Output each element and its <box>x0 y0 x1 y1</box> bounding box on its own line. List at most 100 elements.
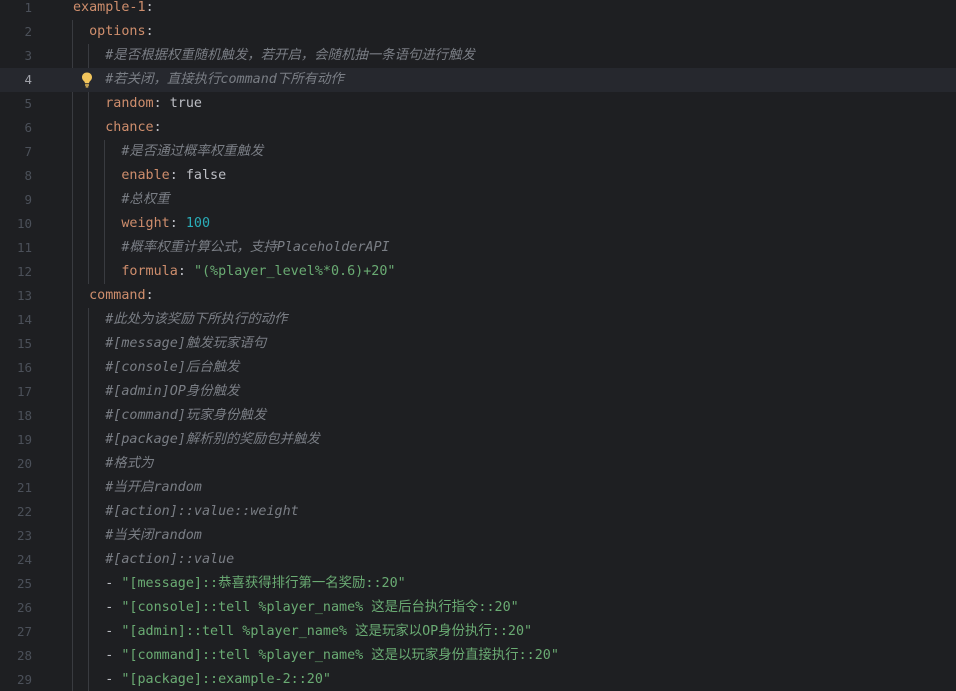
yaml-key: command <box>89 288 146 303</box>
line-code[interactable]: formula: "(%player_level%*0.6)+20" <box>73 260 395 284</box>
line-code[interactable]: #此处为该奖励下所执行的动作 <box>73 308 287 332</box>
line-code[interactable]: #[message]触发玩家语句 <box>73 332 266 356</box>
code-line[interactable]: 2 options: <box>0 20 956 44</box>
yaml-comment: #格式为 <box>105 456 154 471</box>
code-line[interactable]: 4 #若关闭，直接执行command下所有动作 <box>0 68 956 92</box>
code-line[interactable]: 15 #[message]触发玩家语句 <box>0 332 956 356</box>
line-number: 16 <box>16 360 32 375</box>
code-line[interactable]: 5 random: true <box>0 92 956 116</box>
code-line[interactable]: 24 #[action]::value <box>0 548 956 572</box>
line-code[interactable]: - "[admin]::tell %player_name% 这是玩家以OP身份… <box>73 620 532 644</box>
yaml-comment: #当开启random <box>105 480 202 495</box>
yaml-colon: : <box>153 96 170 111</box>
line-code[interactable]: example-1: <box>73 0 154 20</box>
line-code[interactable]: #[package]解析别的奖励包并触发 <box>73 428 320 452</box>
list-item-string: "[command]::tell %player_name% 这是以玩家身份直接… <box>121 648 559 663</box>
list-item-string: "[package]::example-2::20" <box>121 672 331 687</box>
line-number: 22 <box>16 504 32 519</box>
code-line[interactable]: 16 #[console]后台触发 <box>0 356 956 380</box>
yaml-value: 100 <box>185 216 211 231</box>
list-dash: - <box>105 576 122 591</box>
yaml-key: random <box>105 96 154 111</box>
code-line[interactable]: 3 #是否根据权重随机触发，若开启，会随机抽一条语句进行触发 <box>0 44 956 68</box>
code-line[interactable]: 23 #当关闭random <box>0 524 956 548</box>
yaml-comment: #当关闭random <box>105 528 202 543</box>
code-line[interactable]: 26 - "[console]::tell %player_name% 这是后台… <box>0 596 956 620</box>
line-code[interactable]: #概率权重计算公式，支持PlaceholderAPI <box>73 236 389 260</box>
code-line[interactable]: 22 #[action]::value::weight <box>0 500 956 524</box>
line-code[interactable]: options: <box>73 20 154 44</box>
line-code[interactable]: - "[console]::tell %player_name% 这是后台执行指… <box>73 596 518 620</box>
code-line[interactable]: 7 #是否通过概率权重触发 <box>0 140 956 164</box>
line-number: 1 <box>24 0 32 15</box>
code-line[interactable]: 28 - "[command]::tell %player_name% 这是以玩… <box>0 644 956 668</box>
line-code[interactable]: #[admin]OP身份触发 <box>73 380 239 404</box>
code-line[interactable]: 10 weight: 100 <box>0 212 956 236</box>
yaml-comment: #[action]::value <box>105 552 235 567</box>
line-code[interactable]: #若关闭，直接执行command下所有动作 <box>73 68 344 92</box>
code-line[interactable]: 9 #总权重 <box>0 188 956 212</box>
line-number: 27 <box>16 624 32 639</box>
list-dash: - <box>105 648 122 663</box>
code-line[interactable]: 17 #[admin]OP身份触发 <box>0 380 956 404</box>
code-line[interactable]: 13 command: <box>0 284 956 308</box>
code-line[interactable]: 14 #此处为该奖励下所执行的动作 <box>0 308 956 332</box>
list-dash: - <box>105 624 122 639</box>
line-code[interactable]: #当开启random <box>73 476 202 500</box>
line-code[interactable]: #是否根据权重随机触发，若开启，会随机抽一条语句进行触发 <box>73 44 475 68</box>
line-number: 28 <box>16 648 32 663</box>
code-line[interactable]: 6 chance: <box>0 116 956 140</box>
line-code[interactable]: #[console]后台触发 <box>73 356 239 380</box>
list-dash: - <box>105 600 122 615</box>
yaml-comment: #此处为该奖励下所执行的动作 <box>105 312 288 327</box>
code-line[interactable]: 27 - "[admin]::tell %player_name% 这是玩家以O… <box>0 620 956 644</box>
line-code[interactable]: enable: false <box>73 164 226 188</box>
code-line[interactable]: 19 #[package]解析别的奖励包并触发 <box>0 428 956 452</box>
code-editor[interactable]: 1 example-1: 2 options: 3 #是否根据权重随机触发，若开启，会… <box>0 0 956 691</box>
yaml-key: enable <box>121 168 170 183</box>
code-line[interactable]: 11 #概率权重计算公式，支持PlaceholderAPI <box>0 236 956 260</box>
line-code[interactable]: random: true <box>73 92 202 116</box>
line-number: 2 <box>24 24 32 39</box>
code-line[interactable]: 1 example-1: <box>0 0 956 20</box>
line-number: 9 <box>24 192 32 207</box>
code-line[interactable]: 20 #格式为 <box>0 452 956 476</box>
line-number: 26 <box>16 600 32 615</box>
code-line[interactable]: 25 - "[message]::恭喜获得排行第一名奖励::20" <box>0 572 956 596</box>
line-number: 5 <box>24 96 32 111</box>
line-code[interactable]: #[action]::value <box>73 548 234 572</box>
code-line[interactable]: 21 #当开启random <box>0 476 956 500</box>
line-code[interactable]: command: <box>73 284 154 308</box>
line-code[interactable]: - "[package]::example-2::20" <box>73 668 331 691</box>
code-line[interactable]: 29 - "[package]::example-2::20" <box>0 668 956 691</box>
line-code[interactable]: chance: <box>73 116 161 140</box>
line-code[interactable]: - "[command]::tell %player_name% 这是以玩家身份… <box>73 644 559 668</box>
line-code[interactable]: #当关闭random <box>73 524 202 548</box>
code-line[interactable]: 12 formula: "(%player_level%*0.6)+20" <box>0 260 956 284</box>
line-code[interactable]: #[command]玩家身份触发 <box>73 404 266 428</box>
lightbulb-icon[interactable] <box>80 71 94 89</box>
line-code[interactable]: #[action]::value::weight <box>73 500 298 524</box>
line-code[interactable]: - "[message]::恭喜获得排行第一名奖励::20" <box>73 572 405 596</box>
yaml-colon: : <box>145 0 154 15</box>
yaml-comment: #是否通过概率权重触发 <box>121 144 264 159</box>
line-code[interactable]: #是否通过概率权重触发 <box>73 140 263 164</box>
line-code[interactable]: #格式为 <box>73 452 153 476</box>
line-number: 3 <box>24 48 32 63</box>
code-line[interactable]: 8 enable: false <box>0 164 956 188</box>
yaml-comment: #[console]后台触发 <box>105 360 240 375</box>
line-code[interactable]: weight: 100 <box>73 212 210 236</box>
code-line[interactable]: 18 #[command]玩家身份触发 <box>0 404 956 428</box>
line-code[interactable]: #总权重 <box>73 188 169 212</box>
line-number: 4 <box>24 72 32 87</box>
